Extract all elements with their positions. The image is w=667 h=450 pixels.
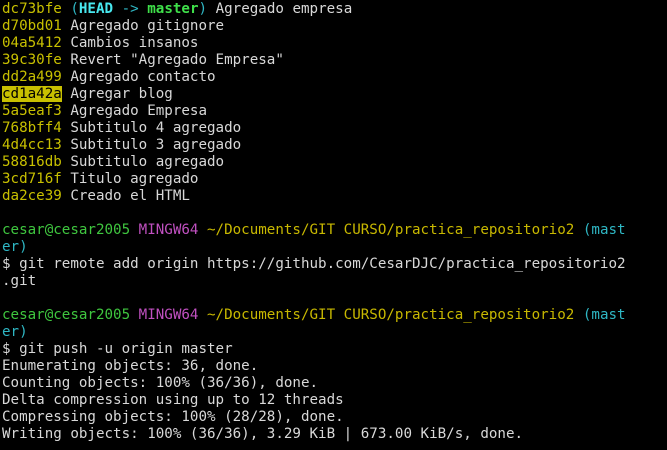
commit-message: Agregado contacto (70, 69, 216, 85)
command-text-cont: .git (2, 273, 37, 289)
commit-hash: 39c30fe (2, 52, 62, 68)
commit-message: Cambios insanos (70, 35, 199, 51)
commit-message: Agregar blog (70, 86, 173, 102)
commit-hash: 768bff4 (2, 120, 62, 136)
ref-arrow: -> (113, 1, 148, 17)
commit-message: Titulo agregado (70, 171, 199, 187)
commit-hash-selected[interactable]: cd1a42a (2, 86, 62, 102)
prompt-shell: MINGW64 (138, 222, 199, 238)
ref-open-paren: ( (70, 1, 79, 17)
prompt-branch: (mast (582, 222, 626, 238)
log-line: cd1a42a Agregar blog (2, 86, 667, 103)
shell-prompt-wrap: er) (2, 324, 667, 341)
commit-hash: dc73bfe (2, 1, 62, 17)
commit-message: Subtitulo agregado (70, 154, 225, 170)
prompt-shell: MINGW64 (138, 307, 199, 323)
log-line: 4d4cc13 Subtitulo 3 agregado (2, 137, 667, 154)
commit-hash: da2ce39 (2, 188, 62, 204)
terminal-window[interactable]: dc73bfe (HEAD -> master) Agregado empres… (0, 0, 667, 443)
log-line: 39c30fe Revert "Agregado Empresa" (2, 52, 667, 69)
commit-hash: dd2a499 (2, 69, 62, 85)
ref-close-paren: ) (198, 1, 208, 17)
commit-message: Revert "Agregado Empresa" (70, 52, 284, 68)
command-line: $ git remote add origin https://github.c… (2, 256, 667, 273)
output-line: Delta compression using up to 12 threads (2, 392, 344, 408)
output-line: Counting objects: 100% (36/36), done. (2, 375, 319, 391)
prompt-user: cesar@cesar2005 (2, 222, 131, 238)
log-line: 58816db Subtitulo agregado (2, 154, 667, 171)
log-line: dc73bfe (HEAD -> master) Agregado empres… (2, 1, 667, 18)
log-line: 768bff4 Subtitulo 4 agregado (2, 120, 667, 137)
prompt-branch: (mast (582, 307, 626, 323)
shell-prompt: cesar@cesar2005 MINGW64 ~/Documents/GIT … (2, 307, 667, 324)
command-text: $ git push -u origin master (2, 341, 233, 357)
command-line: $ git push -u origin master (2, 341, 667, 358)
commit-message: Subtitulo 3 agregado (70, 137, 242, 153)
commit-message: Agregado gitignore (70, 18, 225, 34)
commit-hash: 58816db (2, 154, 62, 170)
log-line: 04a5412 Cambios insanos (2, 35, 667, 52)
prompt-path: ~/Documents/GIT CURSO/practica_repositor… (207, 222, 575, 238)
branch-ref: master (147, 1, 199, 17)
commit-message: Subtitulo 4 agregado (70, 120, 242, 136)
command-text: $ git remote add origin https://github.c… (2, 256, 626, 272)
shell-prompt-wrap: er) (2, 239, 667, 256)
head-ref: HEAD (78, 1, 114, 17)
command-line-wrap: .git (2, 273, 667, 290)
commit-hash: 4d4cc13 (2, 137, 62, 153)
prompt-branch-cont: er) (2, 324, 28, 340)
log-line: dd2a499 Agregado contacto (2, 69, 667, 86)
commit-hash: d70bd01 (2, 18, 62, 34)
log-line: da2ce39 Creado el HTML (2, 188, 667, 205)
prompt-path: ~/Documents/GIT CURSO/practica_repositor… (207, 307, 575, 323)
output-line: Writing objects: 100% (36/36), 3.29 KiB … (2, 426, 524, 442)
commit-message: Agregado Empresa (70, 103, 208, 119)
prompt-user: cesar@cesar2005 (2, 307, 131, 323)
commit-message: Creado el HTML (70, 188, 190, 204)
commit-hash: 3cd716f (2, 171, 62, 187)
commit-hash: 04a5412 (2, 35, 62, 51)
log-line: 5a5eaf3 Agregado Empresa (2, 103, 667, 120)
commit-message: Agregado empresa (215, 1, 353, 17)
output-line: Compressing objects: 100% (28/28), done. (2, 409, 344, 425)
commit-hash: 5a5eaf3 (2, 103, 62, 119)
log-line: 3cd716f Titulo agregado (2, 171, 667, 188)
log-line: d70bd01 Agregado gitignore (2, 18, 667, 35)
shell-prompt: cesar@cesar2005 MINGW64 ~/Documents/GIT … (2, 222, 667, 239)
prompt-branch-cont: er) (2, 239, 28, 255)
output-line: Enumerating objects: 36, done. (2, 358, 259, 374)
